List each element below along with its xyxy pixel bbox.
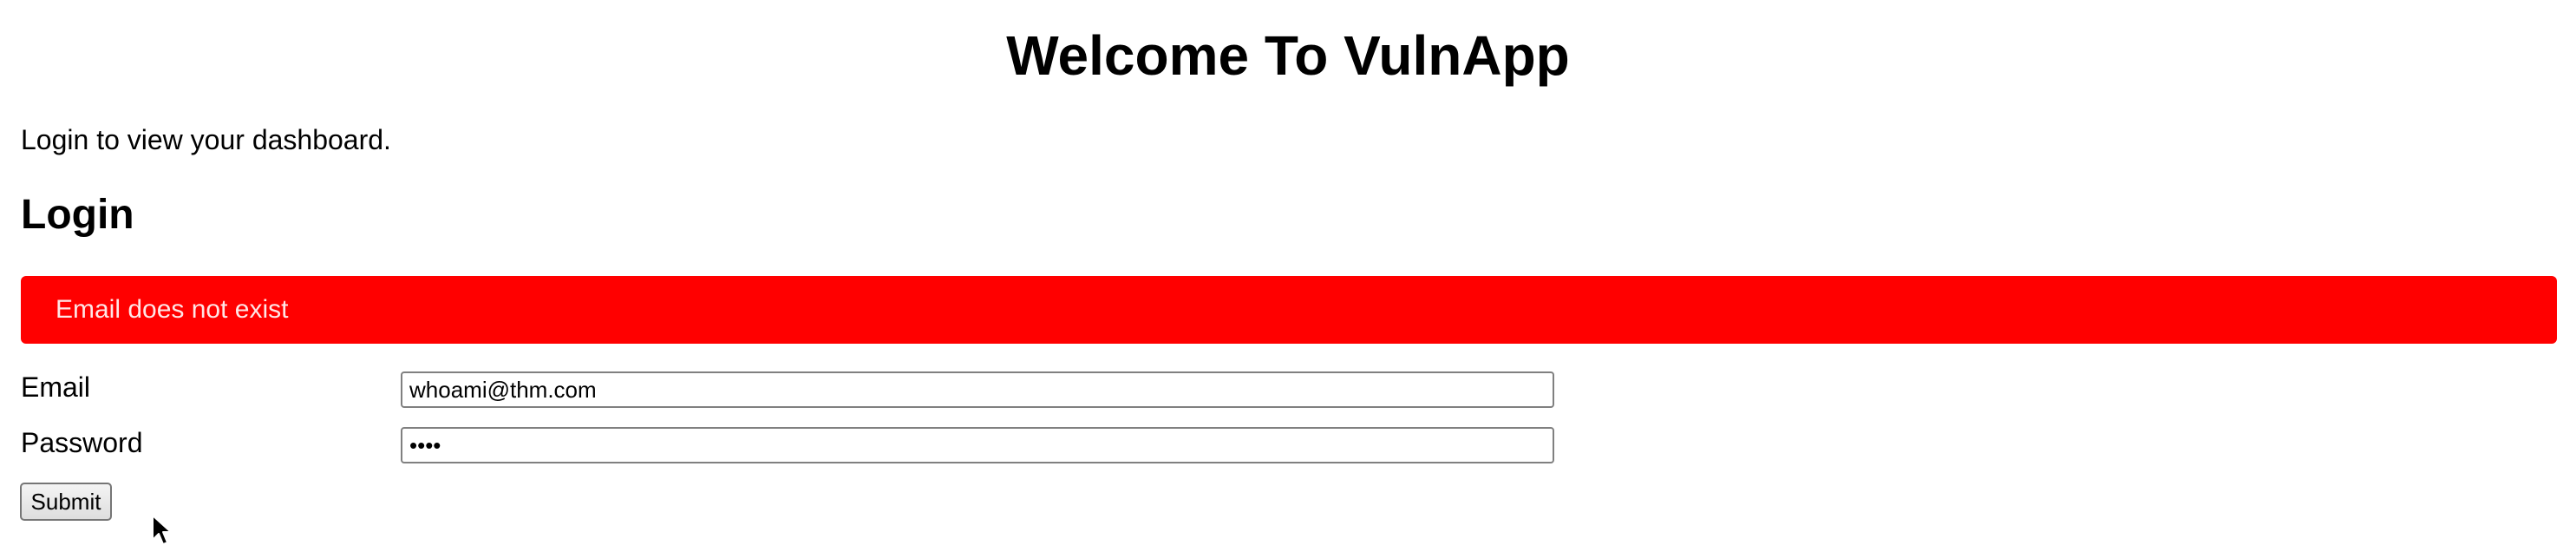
email-label: Email [21,371,91,403]
intro-text: Login to view your dashboard. [21,124,391,155]
submit-button[interactable]: Submit [20,483,112,521]
password-label: Password [21,427,143,458]
page-title: Welcome To VulnApp [1006,24,1570,87]
login-heading: Login [21,192,134,238]
email-field[interactable] [401,371,1554,408]
error-alert: Email does not exist [21,276,2557,344]
error-alert-message: Email does not exist [56,295,289,324]
mouse-pointer-icon [152,515,172,545]
password-field[interactable] [401,427,1554,463]
